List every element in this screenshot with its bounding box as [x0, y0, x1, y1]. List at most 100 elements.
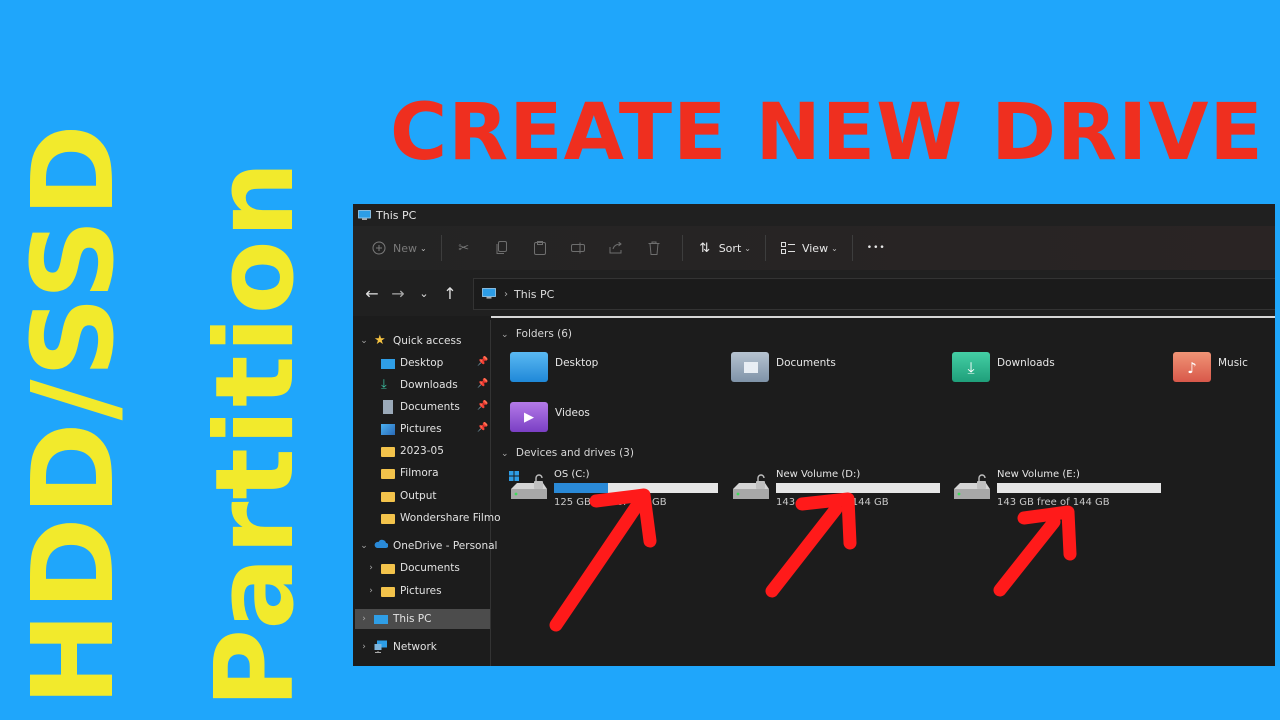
- folder-icon: [381, 587, 395, 597]
- drive-usage-bar: [997, 483, 1161, 493]
- navigation-pane: ⌄ ★ Quick access Desktop 📌 ⤓ Downloads 📌…: [353, 320, 501, 666]
- expand-chevron-icon: ⌄: [360, 541, 368, 551]
- folder-label: Desktop: [555, 357, 599, 369]
- document-icon: [383, 400, 393, 414]
- nav-this-pc[interactable]: › This PC: [355, 609, 490, 629]
- nav-label: Documents: [400, 401, 460, 413]
- cut-button[interactable]: ✂: [448, 233, 486, 263]
- forward-button[interactable]: →: [385, 284, 411, 303]
- drive-name: OS (C:): [554, 469, 590, 480]
- back-button[interactable]: ←: [359, 284, 385, 303]
- nav-label: Filmora: [400, 467, 439, 479]
- toolbar-separator: [681, 235, 683, 261]
- nav-label: Downloads: [400, 379, 458, 391]
- rename-button[interactable]: [562, 233, 600, 263]
- headline: CREATE NEW DRIVE: [390, 88, 1264, 178]
- drive-name: New Volume (D:): [776, 469, 861, 480]
- breadcrumb-this-pc[interactable]: This PC: [514, 288, 554, 301]
- picture-icon: [381, 423, 395, 435]
- expand-chevron-icon: ›: [369, 586, 373, 596]
- nav-onedrive-pictures[interactable]: › Pictures: [365, 581, 442, 601]
- chevron-down-icon: ⌄: [501, 449, 509, 459]
- nav-onedrive[interactable]: ⌄ OneDrive - Personal: [353, 536, 497, 556]
- drives-header-label: Devices and drives (3): [515, 447, 634, 459]
- copy-icon: [494, 240, 510, 256]
- folder-icon: [381, 514, 395, 524]
- folder-downloads[interactable]: ⤓ Downloads: [952, 352, 1055, 382]
- sort-button[interactable]: ⇅ Sort ⌄: [689, 233, 759, 263]
- more-options-button[interactable]: •••: [859, 233, 894, 263]
- nav-label: Output: [400, 490, 437, 502]
- pin-icon: 📌: [477, 357, 489, 367]
- folder-icon: [381, 564, 395, 574]
- focus-line: [491, 316, 1275, 318]
- nav-quick-desktop[interactable]: Desktop: [381, 353, 443, 373]
- drives-group-header[interactable]: ⌄ Devices and drives (3): [501, 447, 634, 459]
- paste-button[interactable]: [524, 233, 562, 263]
- nav-label: 2023-05: [400, 445, 444, 457]
- folder-icon: [381, 492, 395, 502]
- chevron-down-icon: ⌄: [744, 243, 751, 253]
- folder-label: Music: [1218, 357, 1248, 369]
- nav-quick-documents[interactable]: Documents: [381, 397, 460, 417]
- folders-header-label: Folders (6): [515, 328, 573, 340]
- folder-label: Downloads: [997, 357, 1055, 369]
- network-icon: [374, 640, 388, 654]
- scissors-icon: ✂: [458, 240, 470, 256]
- expand-chevron-icon: ›: [369, 563, 373, 573]
- nav-quick-access[interactable]: ⌄ ★ Quick access: [353, 331, 461, 351]
- folder-videos[interactable]: ▶ Videos: [510, 402, 590, 432]
- toolbar-separator: [440, 235, 442, 261]
- toolbar-separator: [764, 235, 766, 261]
- toolbar-separator: [851, 235, 853, 261]
- nav-quick-folder-2023-05[interactable]: 2023-05: [381, 441, 444, 461]
- nav-quick-downloads[interactable]: ⤓ Downloads: [381, 375, 458, 395]
- folder-desktop[interactable]: Desktop: [510, 352, 598, 382]
- drive-unlocked-icon: [954, 474, 990, 499]
- delete-button[interactable]: [638, 233, 676, 263]
- pin-icon: 📌: [477, 379, 489, 389]
- sort-arrows-icon: ⇅: [699, 240, 711, 256]
- view-button[interactable]: View ⌄: [772, 233, 846, 263]
- address-bar[interactable]: › This PC: [473, 278, 1275, 310]
- nav-label: Documents: [400, 562, 460, 574]
- chevron-down-icon: ⌄: [420, 243, 427, 253]
- pin-icon: 📌: [477, 423, 489, 433]
- desktop-icon: [381, 358, 395, 369]
- new-button[interactable]: New ⌄: [363, 233, 435, 263]
- nav-quick-folder-filmora[interactable]: Filmora: [381, 463, 439, 483]
- chevron-down-icon: ⌄: [831, 243, 838, 253]
- side-title-hdd-ssd: HDD/SSD: [9, 122, 139, 706]
- window-title: This PC: [376, 208, 417, 222]
- folders-group-header[interactable]: ⌄ Folders (6): [501, 328, 572, 340]
- breadcrumb-separator-icon: ›: [504, 288, 508, 300]
- rename-icon: [570, 240, 586, 256]
- command-bar: New ⌄ ✂ ⇅ Sort ⌄ View ⌄ •••: [353, 226, 1275, 270]
- side-title-partition: Partition: [193, 159, 318, 708]
- desktop-folder-icon: [510, 352, 548, 382]
- new-label: New: [393, 241, 417, 255]
- folder-music[interactable]: ♪ Music: [1173, 352, 1248, 382]
- nav-label: Desktop: [400, 357, 444, 369]
- copy-button[interactable]: [486, 233, 524, 263]
- folder-documents[interactable]: Documents: [731, 352, 836, 382]
- this-pc-icon: [482, 288, 496, 299]
- folder-icon: [381, 469, 395, 479]
- nav-quick-folder-wondershare[interactable]: Wondershare Filmo: [381, 508, 501, 528]
- nav-network[interactable]: › Network: [353, 637, 437, 657]
- cloud-icon: [374, 539, 389, 553]
- recent-locations-button[interactable]: ⌄: [411, 287, 437, 300]
- nav-quick-folder-output[interactable]: Output: [381, 486, 436, 506]
- pin-icon: 📌: [477, 401, 489, 411]
- nav-quick-pictures[interactable]: Pictures: [381, 419, 442, 439]
- clipboard-icon: [532, 240, 548, 256]
- share-button[interactable]: [600, 233, 638, 263]
- nav-onedrive-documents[interactable]: › Documents: [365, 558, 460, 578]
- title-bar: This PC: [353, 204, 1275, 226]
- up-button[interactable]: ↑: [437, 284, 463, 303]
- red-arrow-drive-d: [765, 492, 857, 598]
- this-pc-icon: [374, 615, 388, 624]
- this-pc-icon: [358, 209, 371, 220]
- nav-label: Quick access: [393, 335, 462, 347]
- download-arrow-icon: ⤓: [381, 377, 387, 392]
